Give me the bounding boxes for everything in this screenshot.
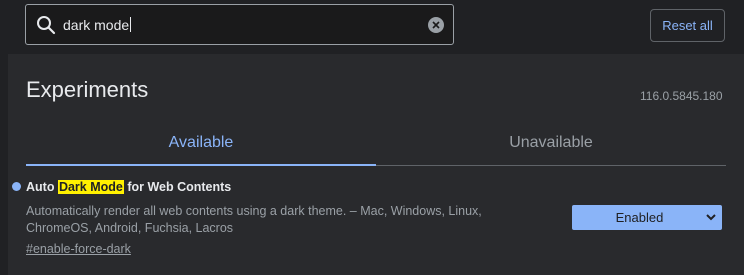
text-caret: [130, 17, 132, 32]
experiment-title-suffix: for Web Contents: [123, 180, 232, 194]
experiment-state-select[interactable]: Enabled: [572, 205, 722, 230]
close-icon: [432, 21, 440, 29]
version-label: 116.0.5845.180: [640, 89, 723, 103]
experiment-indicator-dot: [12, 182, 21, 191]
search-icon: [37, 16, 56, 35]
experiment-description: Automatically render all web contents us…: [26, 203, 526, 237]
tab-unavailable[interactable]: Unavailable: [376, 134, 726, 164]
search-input[interactable]: dark mode: [63, 17, 132, 33]
description-line: Automatically render all web contents us…: [26, 204, 482, 218]
search-match-highlight: Dark Mode: [57, 180, 124, 194]
select-value: Enabled: [615, 210, 664, 225]
description-line: ChromeOS, Android, Fuchsia, Lacros: [26, 221, 234, 235]
top-bar: dark mode Reset all: [0, 0, 744, 54]
search-box[interactable]: dark mode: [25, 4, 454, 45]
tab-available[interactable]: Available: [26, 134, 376, 164]
experiment-title-prefix: Auto: [26, 180, 58, 194]
clear-search-button[interactable]: [428, 17, 444, 33]
page-title: Experiments: [26, 77, 149, 102]
chevron-down-icon: [706, 214, 716, 221]
reset-all-button[interactable]: Reset all: [650, 9, 725, 42]
experiment-link[interactable]: #enable-force-dark: [26, 242, 131, 256]
active-tab-indicator: [26, 164, 376, 166]
experiment-title: Auto Dark Mode for Web Contents: [26, 180, 231, 194]
